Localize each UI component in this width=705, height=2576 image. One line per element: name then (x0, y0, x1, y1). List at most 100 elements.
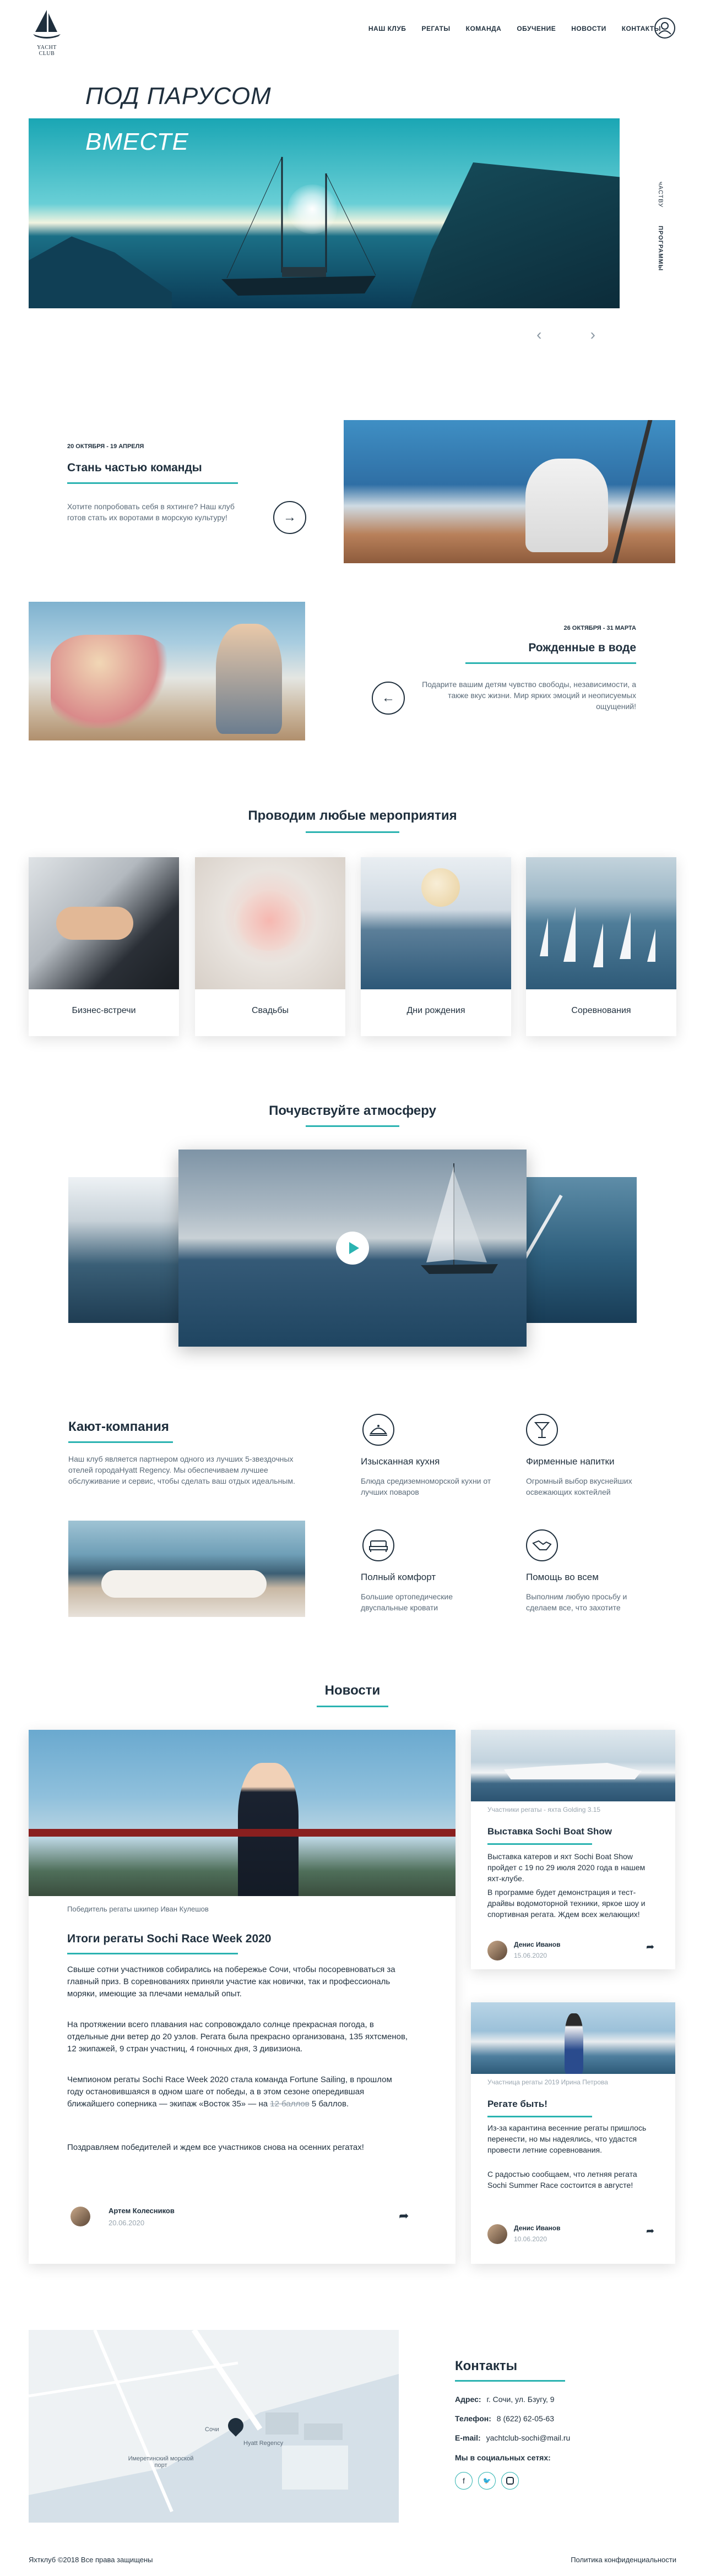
news-side-accent-1 (487, 1843, 592, 1845)
company-image (68, 1521, 305, 1617)
contact-phone-label: Телефон: (455, 2414, 491, 2423)
contact-social-label: Мы в социальных сетях: (455, 2453, 551, 2462)
news-main-p2: На протяжении всего плавания нас сопрово… (67, 2020, 408, 2054)
news-main-p4: Поздравляем победителей и ждем все участ… (67, 2143, 364, 2152)
handshake-icon (526, 1529, 558, 1561)
hero-yacht (221, 156, 376, 296)
promo2-prev-button[interactable]: ← (372, 682, 405, 715)
slider-next-icon[interactable]: › (590, 326, 595, 344)
news-main-date: 20.06.2020 (109, 2219, 145, 2227)
nav-item-regattas[interactable]: РЕГАТЫ (421, 25, 450, 32)
nav-item-news[interactable]: НОВОСТИ (571, 25, 606, 32)
contacts-title: Контакты (455, 2359, 518, 2373)
news-side-caption-2: Участница регаты 2019 Ирина Петрова (487, 2078, 608, 2086)
share-icon[interactable]: ➦ (646, 1941, 654, 1953)
event-label-business: Бизнес-встречи (72, 1006, 136, 1015)
news-side-caption-1: Участники регаты - яхта Golding 3.15 (487, 1806, 601, 1813)
event-label-birthday: Дни рождения (406, 1006, 465, 1015)
share-icon[interactable]: ➦ (399, 2209, 409, 2223)
share-icon[interactable]: ➦ (646, 2225, 654, 2237)
event-card-birthday[interactable]: Дни рождения (361, 857, 511, 1036)
promo2-text: Подарите вашим детям чувство свободы, не… (422, 680, 636, 711)
news-main-caption: Победитель регаты шкипер Иван Кулешов (67, 1905, 209, 1913)
map-label-port: Имеретинский морской порт (128, 2455, 194, 2469)
facebook-icon[interactable]: f (455, 2472, 473, 2490)
company-accent (68, 1441, 173, 1443)
nav-item-club[interactable]: НАШ КЛУБ (368, 25, 406, 32)
footer-privacy-link[interactable]: Политика конфиденциальности (571, 2556, 676, 2564)
hero-left-hills (29, 236, 172, 308)
news-side-p1-1: Выставка катеров и яхт Sochi Boat Show п… (487, 1852, 646, 1883)
user-account-button[interactable] (654, 18, 675, 39)
instagram-icon[interactable] (501, 2472, 519, 2490)
contact-address-value: г. Сочи, ул. Бзугу, 9 (486, 2395, 555, 2404)
news-side-author-1[interactable]: Денис Иванов (514, 1941, 560, 1948)
contact-email-value[interactable]: yachtclub-sochi@mail.ru (486, 2433, 571, 2442)
hero-title-line1: ПОД ПАРУСОМ (85, 83, 272, 110)
twitter-icon[interactable]: 🐦 (478, 2472, 496, 2490)
news-main-image (29, 1730, 455, 1896)
news-title: Новости (324, 1683, 381, 1698)
contact-phone-value[interactable]: 8 (622) 62-05-63 (497, 2414, 554, 2423)
contact-address-label: Адрес: (455, 2395, 481, 2404)
footer-copyright: Яхтклуб ©2018 Все права защищены (29, 2556, 153, 2564)
company-text: Наш клуб является партнером одного из лу… (68, 1455, 295, 1485)
video-yacht (421, 1163, 498, 1274)
play-button[interactable] (336, 1232, 369, 1265)
feature-text-help: Выполним любую просьбу и сделаем все, чт… (526, 1592, 627, 1612)
promo1-boy (525, 459, 608, 552)
promo1-next-button[interactable]: → (273, 501, 306, 534)
event-card-business[interactable]: Бизнес-встречи (29, 857, 179, 1036)
side-tab-top[interactable]: чАСТВУ (657, 182, 664, 208)
news-side-title-1[interactable]: Выставка Sochi Boat Show (487, 1826, 612, 1837)
news-side-avatar-2 (487, 2224, 507, 2244)
news-main-accent (67, 1953, 238, 1954)
news-side-card-2[interactable]: Участница регаты 2019 Ирина Петрова Рега… (471, 2002, 675, 2264)
nav-item-team[interactable]: КОМАНДА (466, 25, 502, 32)
play-icon (349, 1242, 359, 1254)
news-main-title[interactable]: Итоги регаты Sochi Race Week 2020 (67, 1932, 271, 1946)
feature-title-cuisine: Изысканная кухня (361, 1456, 440, 1467)
news-side-author-2[interactable]: Денис Иванов (514, 2224, 560, 2232)
mast-rigging (29, 1829, 455, 1837)
news-side-p1-2: Из-за карантина весенние регаты пришлось… (487, 2123, 647, 2154)
nav-item-training[interactable]: ОБУЧЕНИЕ (517, 25, 556, 32)
atmosphere-accent (306, 1125, 399, 1127)
feature-text-comfort: Большие ортопедические двуспальные крова… (361, 1592, 453, 1612)
logo[interactable]: YACHT CLUB (29, 8, 65, 57)
news-side-card-1[interactable]: Участники регаты - яхта Golding 3.15 Выс… (471, 1730, 675, 1969)
hero-more-button[interactable]: СМОТРЕТЬ ДАЛЕЕ → (85, 322, 167, 339)
regatta-sails (540, 907, 655, 967)
main-nav: НАШ КЛУБ РЕГАТЫ КОМАНДА ОБУЧЕНИЕ НОВОСТИ… (353, 25, 661, 32)
news-main-avatar (70, 2207, 90, 2226)
event-image-birthday (361, 857, 511, 989)
slider-prev-icon[interactable]: ‹ (536, 326, 541, 344)
news-main-p3-strike: 12 баллов (270, 2099, 310, 2109)
event-image-business (29, 857, 179, 989)
promo2-accent (465, 662, 636, 664)
event-label-wedding: Свадьбы (251, 1006, 289, 1015)
event-card-wedding[interactable]: Свадьбы (195, 857, 345, 1036)
promo2-adults (216, 624, 282, 734)
map[interactable]: Имеретинский морской порт Hyatt Regency … (29, 2330, 399, 2523)
news-main-card[interactable]: Победитель регаты шкипер Иван Кулешов Ит… (29, 1730, 455, 2264)
side-tab-bottom[interactable]: ПРОГРАММЫ (657, 226, 664, 271)
yacht-shape (504, 1763, 642, 1779)
news-side-image-1 (471, 1730, 675, 1801)
promo2-date: 26 ОКТЯБРЯ - 31 МАРТА (563, 625, 636, 631)
news-side-title-2[interactable]: Регате быть! (487, 2099, 547, 2110)
news-side-avatar-1 (487, 1941, 507, 1960)
feature-text-drinks: Огромный выбор вкуснейших освежающих кок… (526, 1477, 632, 1496)
sailboat-logo-icon (33, 10, 61, 39)
news-accent (317, 1706, 388, 1707)
news-side-p2-2: С радостью сообщаем, что летняя регата S… (487, 2170, 637, 2190)
event-card-competition[interactable]: Соревнования (526, 857, 676, 1036)
hero-title-line2: ВМЕСТЕ (85, 128, 189, 155)
map-label-hotel: Hyatt Regency (243, 2440, 284, 2447)
instagram-glyph (506, 2477, 514, 2485)
contact-email-label: E-mail: (455, 2433, 481, 2442)
news-main-author[interactable]: Артем Колесников (109, 2207, 175, 2215)
atmosphere-image-right (521, 1177, 637, 1323)
atmosphere-image-left (68, 1177, 184, 1323)
atmosphere-video[interactable] (178, 1150, 527, 1347)
